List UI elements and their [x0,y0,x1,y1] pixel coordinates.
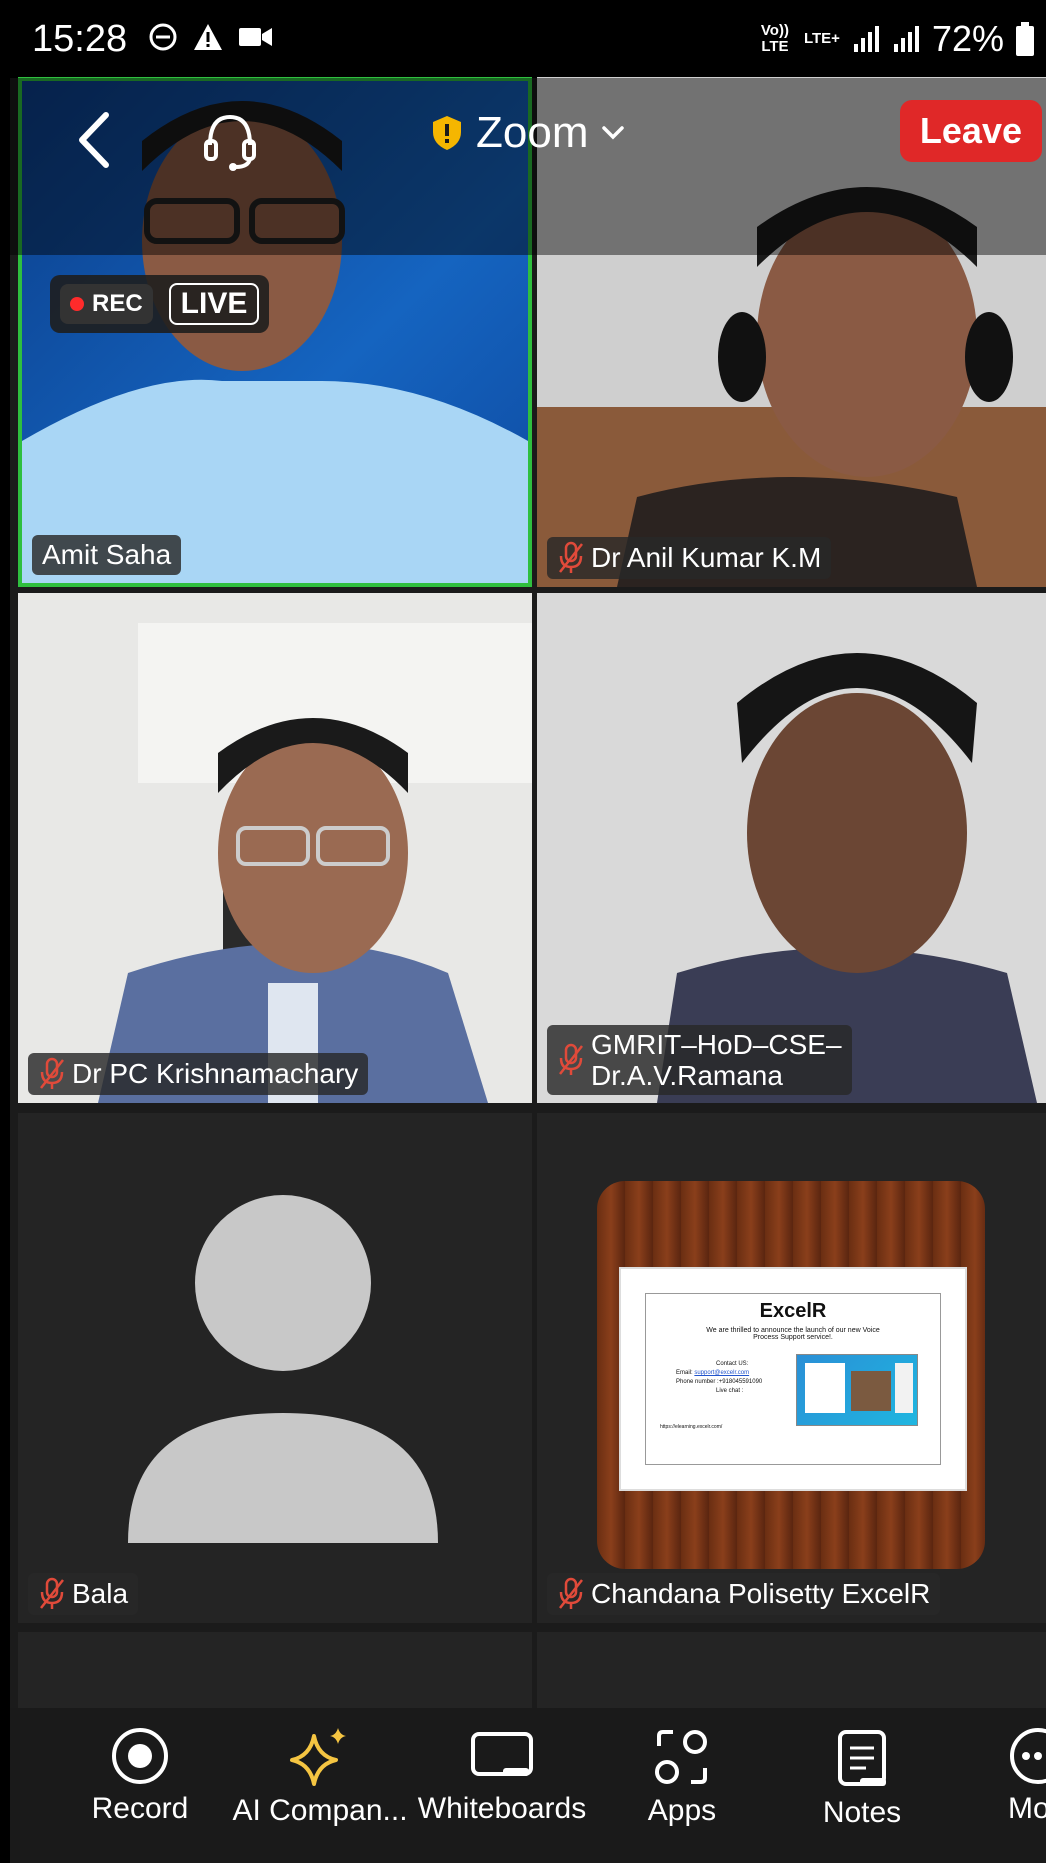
meeting-toolbar: Record AI Compan... Whiteboards Apps Not… [10,1708,1046,1863]
participant-video [18,593,532,1103]
participant-tile[interactable]: Dr PC Krishnamachary [18,593,532,1103]
rec-badge: REC [60,284,153,324]
slide-email-label: Email: [676,1370,695,1376]
default-avatar-icon [18,1113,532,1623]
whiteboards-button[interactable]: Whiteboards [412,1708,592,1826]
record-icon [112,1728,168,1784]
profile-picture: ExcelR We are thrilled to announce the l… [597,1181,985,1569]
participant-name-tag: Bala [28,1573,139,1615]
slide-line1: We are thrilled to announce the launch o… [706,1327,880,1334]
ai-companion-label: AI Compan... [232,1794,408,1827]
slide-email: support@excelr.com [694,1370,750,1376]
slide-screenshot [796,1354,918,1426]
participant-name-tag: Dr Anil Kumar K.M [547,537,832,579]
video-camera-icon [239,28,272,46]
mic-muted-icon [559,1577,583,1609]
signal-bars-icon [893,26,919,52]
slide-line2: Process Support service!. [753,1334,833,1341]
apps-label: Apps [647,1794,717,1827]
volte-indicator: Vo)) LTE [760,22,789,55]
mic-muted-icon [40,1577,64,1609]
rec-label: REC [92,290,143,317]
record-label: Record [91,1792,189,1825]
apps-button[interactable]: Apps [592,1708,772,1828]
leave-button[interactable]: Leave [899,100,1042,162]
meeting-title-dropdown[interactable]: Zoom [430,108,626,158]
record-button[interactable]: Record [50,1708,230,1826]
status-notification-icons [148,22,274,52]
battery-icon [1016,22,1034,56]
status-right: Vo)) LTE LTE+ 72% [758,18,1036,60]
notes-icon [838,1730,886,1786]
audio-headset-icon[interactable] [200,105,260,175]
participant-name-line2: Dr.A.V.Ramana [591,1060,783,1091]
slide-live-chat: Live chat : [716,1388,744,1394]
signal-bars-icon [853,26,879,52]
participant-name-line1: GMRIT–HoD–CSE– [591,1029,842,1060]
live-badge: LIVE [168,283,260,325]
whiteboards-label: Whiteboards [417,1792,587,1825]
meeting-top-bar [10,78,1046,255]
zoom-meeting-screen: 15:28 Vo)) LTE LTE+ 72% Amit Saha Dr Ani… [10,10,1046,1863]
lte-plus-indicator: LTE+ [803,30,840,47]
participant-name: Bala [72,1578,129,1609]
chevron-down-icon [602,126,625,140]
do-not-disturb-icon [149,23,177,51]
more-icon [1010,1728,1046,1784]
participant-tile[interactable]: Bala [18,1113,532,1623]
mic-muted-icon [559,1043,583,1075]
shared-slide: ExcelR We are thrilled to announce the l… [619,1267,967,1491]
back-arrow-icon[interactable] [70,105,120,175]
mic-muted-icon [559,541,583,573]
status-bar: 15:28 Vo)) LTE LTE+ 72% [10,10,1046,78]
participant-name: Amit Saha [42,539,172,570]
ai-companion-icon [290,1728,346,1786]
notes-label: Notes [822,1796,902,1829]
slide-phone: Phone number :+918045591090 [676,1379,763,1385]
mic-muted-icon [40,1057,64,1089]
battery-percentage: 72% [931,18,1004,59]
meeting-title: Zoom [476,108,589,157]
more-label: Mor [1008,1792,1046,1825]
warning-icon [194,24,222,50]
participant-name: Dr Anil Kumar K.M [591,542,822,573]
participant-name-tag: GMRIT–HoD–CSE– Dr.A.V.Ramana [547,1025,852,1095]
participant-tile[interactable]: GMRIT–HoD–CSE– Dr.A.V.Ramana [537,593,1046,1103]
whiteboard-icon [471,1732,533,1776]
participant-name: Chandana Polisetty ExcelR [591,1578,931,1609]
participant-name-tag: Chandana Polisetty ExcelR [547,1573,941,1615]
status-time: 15:28 [32,18,128,60]
apps-icon [655,1730,707,1784]
slide-heading: ExcelR [759,1300,827,1322]
ai-companion-button[interactable]: AI Compan... [230,1708,410,1828]
shield-icon [433,116,461,150]
slide-contact: Contact US: [716,1361,749,1367]
participant-tile[interactable]: ExcelR We are thrilled to announce the l… [537,1113,1046,1623]
participant-name: Dr PC Krishnamachary [72,1058,359,1089]
more-button[interactable]: Mor [952,1708,1046,1826]
participant-name-tag: Dr PC Krishnamachary [28,1053,369,1095]
notes-button[interactable]: Notes [772,1708,952,1830]
slide-url: https://elearning.excelr.com/ [660,1424,723,1430]
recording-dot-icon [70,297,84,311]
participant-name-tag: Amit Saha [32,535,182,575]
recording-indicator: REC LIVE [50,275,270,333]
